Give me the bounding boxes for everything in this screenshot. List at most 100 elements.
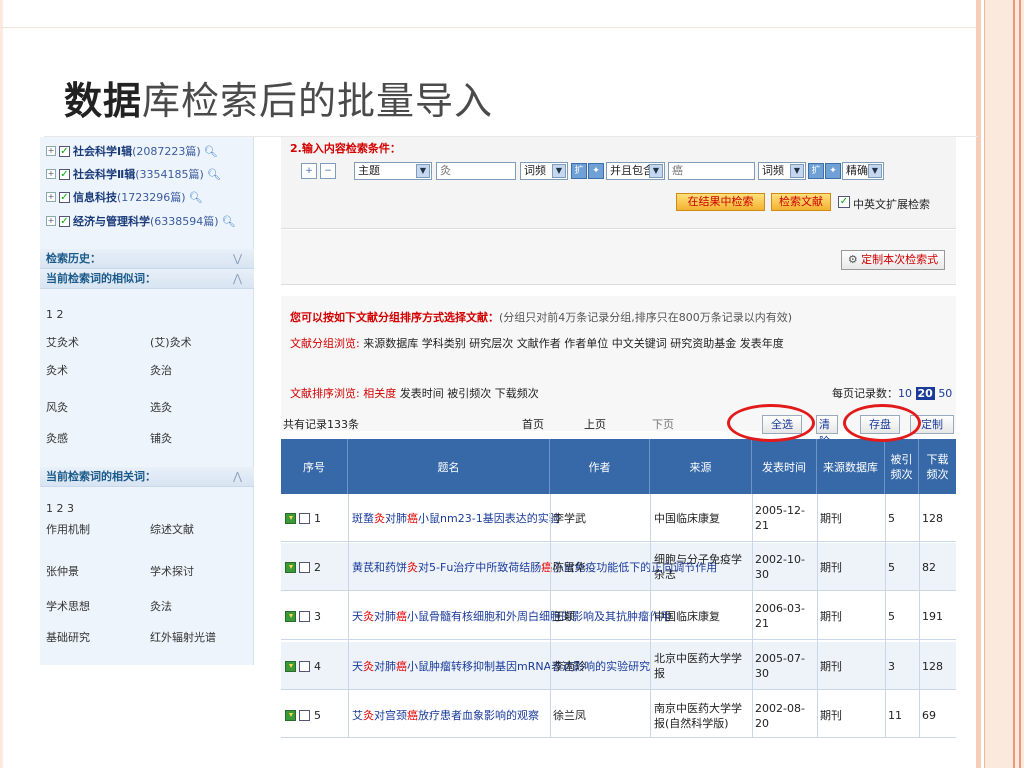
- sidebar-category[interactable]: + ✓ 信息科技 (1723296篇) 🔍︎: [46, 187, 203, 207]
- related-words-header[interactable]: 当前检索词的相关词： ⋀: [40, 467, 254, 487]
- search-icon[interactable]: 🔍︎: [222, 215, 236, 228]
- col-header-date[interactable]: 发表时间: [752, 439, 817, 494]
- category-checkbox[interactable]: ✓: [59, 168, 70, 180]
- row-source[interactable]: 南京中医药大学学报(自然科学版): [654, 693, 750, 738]
- row-title[interactable]: 天灸对肺癌小鼠肿瘤转移抑制基因mRNA表达影响的实验研究: [352, 642, 650, 690]
- row-num-cell[interactable]: 4: [285, 642, 345, 690]
- field-select[interactable]: 主题 ▼: [354, 162, 432, 180]
- similar-word[interactable]: 灸治: [150, 362, 172, 378]
- group-browse-items[interactable]: 来源数据库 学科类别 研究层次 文献作者 作者单位 中文关键词 研究资助基金 发…: [363, 337, 783, 350]
- col-header-cited[interactable]: 被引频次: [885, 439, 919, 494]
- add-row-icon[interactable]: +: [301, 163, 317, 179]
- row-title[interactable]: 斑蝥灸对肺癌小鼠nm23-1基因表达的实验: [352, 494, 560, 542]
- row-num-cell[interactable]: 5: [285, 693, 345, 738]
- thesaurus-icon[interactable]: ✦: [825, 163, 841, 179]
- row-checkbox[interactable]: [299, 660, 310, 672]
- term1-input[interactable]: 灸: [436, 162, 516, 180]
- related-word[interactable]: 综述文献: [150, 521, 194, 537]
- expand-terms-icon[interactable]: 扩: [571, 163, 587, 179]
- category-name[interactable]: 社会科学Ⅱ辑: [73, 166, 135, 182]
- similar-word[interactable]: (艾)灸术: [150, 334, 192, 350]
- row-source[interactable]: 北京中医药大学学报: [654, 642, 750, 690]
- clear-button[interactable]: 清除: [816, 415, 838, 448]
- freq1-select[interactable]: 词频 ▼: [520, 162, 568, 180]
- row-author[interactable]: 徐兰凤: [553, 693, 648, 738]
- row-author[interactable]: 李学武: [553, 494, 648, 542]
- expand-icon[interactable]: +: [46, 192, 56, 202]
- download-icon[interactable]: [285, 610, 296, 622]
- chevron-down-icon[interactable]: ▼: [790, 164, 804, 178]
- similar-word[interactable]: 铺灸: [150, 430, 172, 446]
- chevron-down-icon[interactable]: ▼: [649, 164, 663, 178]
- chevron-down-icon[interactable]: ▼: [416, 164, 430, 178]
- expand-search-checkbox[interactable]: ✓: [838, 196, 850, 208]
- related-word[interactable]: 张仲景: [46, 563, 79, 579]
- row-author[interactable]: 王颖: [553, 592, 648, 640]
- related-word[interactable]: 作用机制: [46, 521, 90, 537]
- col-header-author[interactable]: 作者: [550, 439, 650, 494]
- row-title[interactable]: 天灸对肺癌小鼠骨髓有核细胞和外周白细胞的影响及其抗肿瘤作用: [352, 592, 671, 640]
- per-page-10[interactable]: 10: [898, 387, 912, 400]
- per-page-50[interactable]: 50: [938, 387, 952, 400]
- related-word[interactable]: 基础研究: [46, 629, 90, 645]
- search-docs-button[interactable]: 检索文献: [771, 193, 831, 211]
- col-header-source[interactable]: 来源: [650, 439, 752, 494]
- search-icon[interactable]: 🔍︎: [204, 145, 218, 158]
- download-icon[interactable]: [285, 660, 296, 672]
- col-header-downloads[interactable]: 下载频次: [919, 439, 956, 494]
- col-header-db[interactable]: 来源数据库: [817, 439, 885, 494]
- download-icon[interactable]: [285, 512, 296, 524]
- similar-words-header[interactable]: 当前检索词的相似词： ⋀: [40, 269, 254, 289]
- row-num-cell[interactable]: 1: [285, 494, 345, 542]
- chevron-up-icon[interactable]: ⋀: [233, 269, 242, 289]
- freq2-select[interactable]: 词频 ▼: [758, 162, 806, 180]
- search-history-header[interactable]: 检索历史： ⋁: [40, 249, 254, 269]
- logic-select[interactable]: 并且包含 ▼: [606, 162, 665, 180]
- expand-icon[interactable]: +: [46, 146, 56, 156]
- similar-word[interactable]: 艾灸术: [46, 334, 79, 350]
- download-icon[interactable]: [285, 710, 296, 721]
- similar-word[interactable]: 选灸: [150, 399, 172, 415]
- similar-word[interactable]: 灸术: [46, 362, 68, 378]
- row-checkbox[interactable]: [299, 512, 310, 524]
- category-name[interactable]: 经济与管理科学: [73, 213, 150, 229]
- related-word[interactable]: 学术探讨: [150, 563, 194, 579]
- similar-pages[interactable]: 1 2: [46, 308, 64, 321]
- expand-terms-icon[interactable]: 扩: [808, 163, 824, 179]
- sidebar-category[interactable]: + ✓ 经济与管理科学 (6338594篇) 🔍︎: [46, 211, 236, 231]
- category-name[interactable]: 信息科技: [73, 189, 117, 205]
- download-icon[interactable]: [285, 561, 296, 573]
- prev-page-link[interactable]: 上页: [584, 416, 606, 432]
- sort-items[interactable]: 发表时间 被引频次 下载频次: [400, 387, 539, 400]
- term2-input[interactable]: 癌: [668, 162, 755, 180]
- sidebar-category[interactable]: + ✓ 社会科学Ⅱ辑 (3354185篇) 🔍︎: [46, 164, 221, 184]
- related-word[interactable]: 红外辐射光谱: [150, 629, 216, 645]
- row-source[interactable]: 中国临床康复: [654, 592, 750, 640]
- category-checkbox[interactable]: ✓: [59, 191, 70, 203]
- related-word[interactable]: 学术思想: [46, 598, 90, 614]
- row-checkbox[interactable]: [299, 610, 310, 622]
- related-word[interactable]: 灸法: [150, 598, 172, 614]
- search-in-results-button[interactable]: 在结果中检索: [676, 193, 765, 211]
- search-icon[interactable]: 🔍︎: [207, 168, 221, 181]
- category-name[interactable]: 社会科学Ⅰ辑: [73, 143, 132, 159]
- sort-active[interactable]: 相关度: [363, 387, 396, 400]
- row-title[interactable]: 黄芪和药饼灸对5-Fu治疗中所致荷结肠癌小鼠免疫功能低下的正向调节作用: [352, 543, 717, 591]
- custom-query-button[interactable]: ⚙ 定制本次检索式: [841, 250, 945, 270]
- row-title[interactable]: 艾灸对宫颈癌放疗患者血象影响的观察: [352, 693, 548, 738]
- row-source[interactable]: 细胞与分子免疫学杂志: [654, 543, 750, 591]
- expand-icon[interactable]: +: [46, 169, 56, 179]
- expand-search-label[interactable]: 中英文扩展检索: [853, 196, 930, 212]
- category-checkbox[interactable]: ✓: [59, 215, 70, 227]
- row-checkbox[interactable]: [299, 710, 310, 721]
- first-page-link[interactable]: 首页: [522, 416, 544, 432]
- remove-row-icon[interactable]: −: [320, 163, 336, 179]
- chevron-down-icon[interactable]: ⋁: [233, 249, 242, 269]
- match-select[interactable]: 精确 ▼: [842, 162, 884, 180]
- sidebar-category[interactable]: + ✓ 社会科学Ⅰ辑 (2087223篇) 🔍︎: [46, 141, 218, 161]
- chevron-down-icon[interactable]: ▼: [552, 164, 566, 178]
- thesaurus-icon[interactable]: ✦: [588, 163, 604, 179]
- chevron-down-icon[interactable]: ▼: [868, 164, 882, 178]
- row-source[interactable]: 中国临床康复: [654, 494, 750, 542]
- row-author[interactable]: 李南玲: [553, 642, 648, 690]
